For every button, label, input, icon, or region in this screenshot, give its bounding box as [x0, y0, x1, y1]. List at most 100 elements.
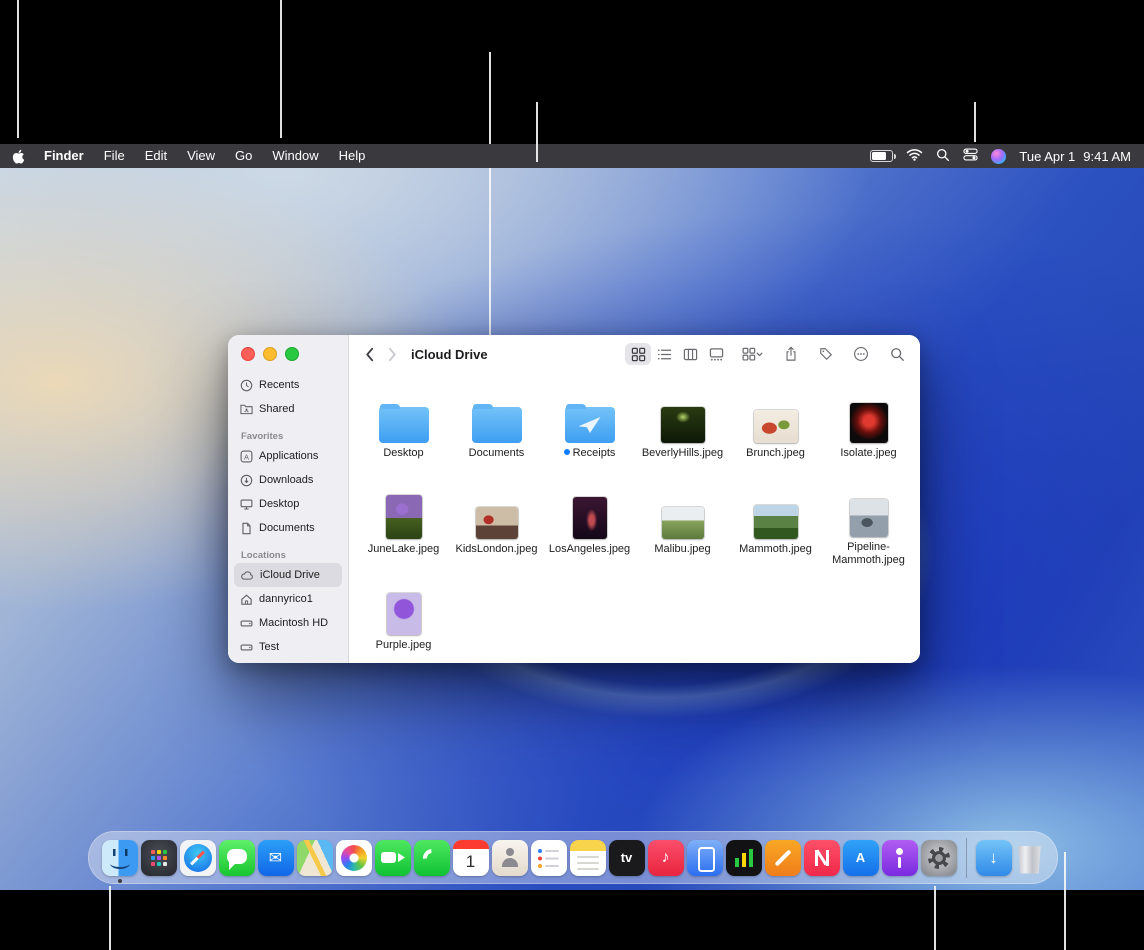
file-label: Isolate.jpeg [840, 447, 896, 460]
siri-icon[interactable] [991, 149, 1006, 164]
maps-icon [297, 840, 333, 876]
sidebar-item-dannyrico1[interactable]: dannyrico1 [234, 587, 342, 611]
sidebar-item-desktop[interactable]: Desktop [234, 492, 342, 516]
file-label: Malibu.jpeg [654, 543, 710, 556]
file-losangeles[interactable]: LosAngeles.jpeg [543, 489, 636, 567]
spotlight-icon[interactable] [936, 148, 950, 165]
dock-app-store[interactable]: A [843, 840, 879, 876]
file-desktop-folder[interactable]: Desktop [357, 393, 450, 471]
launchpad-icon [141, 840, 177, 876]
gallery-view-button[interactable] [703, 343, 729, 365]
clock-icon [240, 379, 253, 392]
dock-finder[interactable] [102, 840, 138, 876]
mail-icon: ✉ [258, 840, 294, 876]
menu-finder[interactable]: Finder [34, 144, 94, 168]
sidebar-item-icloud-drive[interactable]: iCloud Drive [234, 563, 342, 587]
file-brunch[interactable]: Brunch.jpeg [729, 393, 822, 471]
dock-stocks[interactable] [726, 840, 762, 876]
time-text: 9:41 AM [1083, 149, 1131, 164]
menu-view[interactable]: View [177, 144, 225, 168]
dock-phone[interactable] [414, 840, 450, 876]
shared-folder-icon [240, 403, 253, 415]
safari-icon [180, 840, 216, 876]
dock-facetime[interactable] [375, 840, 411, 876]
menu-window[interactable]: Window [262, 144, 328, 168]
file-kidslondon[interactable]: KidsLondon.jpeg [450, 489, 543, 567]
sidebar-item-applications[interactable]: A Applications [234, 444, 342, 468]
file-junelake[interactable]: JuneLake.jpeg [357, 489, 450, 567]
calendar-icon: 1 [453, 840, 489, 876]
list-view-button[interactable] [651, 343, 677, 365]
search-button[interactable] [890, 347, 905, 362]
dock-divider [966, 838, 967, 878]
dock-photos[interactable] [336, 840, 372, 876]
sidebar-item-macintosh-hd[interactable]: Macintosh HD [234, 611, 342, 635]
dock-launchpad[interactable] [141, 840, 177, 876]
apple-menu[interactable] [12, 149, 34, 164]
sidebar-item-downloads[interactable]: Downloads [234, 468, 342, 492]
sidebar-label: Macintosh HD [259, 617, 328, 629]
icon-view-button[interactable] [625, 343, 651, 365]
dock-podcasts[interactable] [882, 840, 918, 876]
podcasts-icon [882, 840, 918, 876]
dock-safari[interactable] [180, 840, 216, 876]
sidebar-item-recents[interactable]: Recents [234, 373, 342, 397]
dock-maps[interactable] [297, 840, 333, 876]
menu-edit[interactable]: Edit [135, 144, 177, 168]
file-malibu[interactable]: Malibu.jpeg [636, 489, 729, 567]
file-isolate[interactable]: Isolate.jpeg [822, 393, 915, 471]
dock-messages[interactable] [219, 840, 255, 876]
more-actions-button[interactable] [848, 343, 874, 365]
battery-icon[interactable] [870, 150, 893, 162]
dock-downloads-folder[interactable]: ↓ [976, 840, 1012, 876]
callout-line [17, 0, 19, 138]
tags-button[interactable] [813, 343, 839, 365]
dock-contacts[interactable] [492, 840, 528, 876]
file-beverlyhills[interactable]: BeverlyHills.jpeg [636, 393, 729, 471]
dock-notes[interactable] [570, 840, 606, 876]
file-label: Desktop [383, 447, 423, 460]
dock-reminders[interactable] [531, 840, 567, 876]
folder-icon [379, 407, 429, 443]
dock-system-settings[interactable] [921, 840, 957, 876]
dock-apple-tv[interactable]: tv [609, 840, 645, 876]
file-documents-folder[interactable]: Documents [450, 393, 543, 471]
dock-calendar[interactable]: 1 [453, 840, 489, 876]
sidebar-label: Test [259, 641, 279, 653]
menu-file[interactable]: File [94, 144, 135, 168]
forward-button[interactable] [388, 347, 397, 362]
dock-pages[interactable] [765, 840, 801, 876]
column-view-button[interactable] [677, 343, 703, 365]
file-mammoth[interactable]: Mammoth.jpeg [729, 489, 822, 567]
download-arrow-glyph: ↓ [989, 848, 998, 868]
close-button[interactable] [241, 347, 255, 361]
dock-news[interactable] [804, 840, 840, 876]
wifi-icon[interactable] [906, 148, 923, 164]
zoom-button[interactable] [285, 347, 299, 361]
menu-help[interactable]: Help [329, 144, 376, 168]
back-button[interactable] [365, 347, 374, 362]
menu-go[interactable]: Go [225, 144, 262, 168]
date-text: Tue Apr 1 [1019, 149, 1075, 164]
messages-icon [219, 840, 255, 876]
dock-iphone-mirroring[interactable] [687, 840, 723, 876]
dock-mail[interactable]: ✉ [258, 840, 294, 876]
minimize-button[interactable] [263, 347, 277, 361]
file-pipeline-mammoth[interactable]: Pipeline-Mammoth.jpeg [822, 489, 915, 567]
group-by-button[interactable] [741, 347, 764, 362]
applications-icon: A [240, 450, 253, 463]
dock-music[interactable]: ♪ [648, 840, 684, 876]
sidebar-item-documents[interactable]: Documents [234, 516, 342, 540]
menu-bar-clock[interactable]: Tue Apr 1 9:41 AM [1019, 149, 1131, 164]
sidebar-label: iCloud Drive [260, 569, 320, 581]
dock-trash[interactable] [1015, 840, 1045, 876]
share-button[interactable] [778, 343, 804, 365]
image-thumbnail [850, 403, 888, 443]
svg-text:A: A [244, 452, 249, 461]
control-center-icon[interactable] [963, 147, 978, 165]
file-label: Documents [469, 447, 525, 460]
file-receipts-folder[interactable]: Receipts [543, 393, 636, 471]
file-purple[interactable]: Purple.jpeg [357, 585, 450, 663]
sidebar-item-test[interactable]: Test [234, 635, 342, 659]
sidebar-item-shared[interactable]: Shared [234, 397, 342, 421]
